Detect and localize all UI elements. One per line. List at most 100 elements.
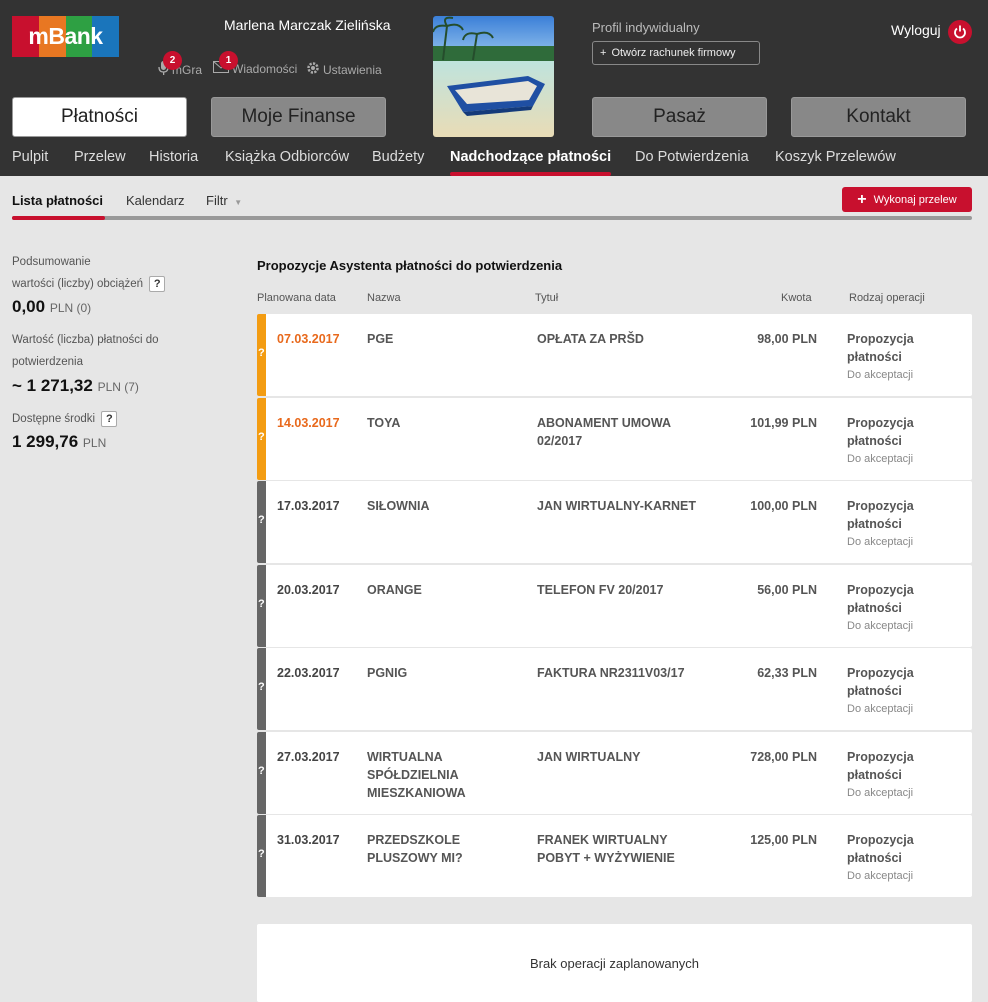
subnav-do-potwierdzenia[interactable]: Do Potwierdzenia <box>635 149 749 165</box>
nav-moje-finanse-button[interactable]: Moje Finanse <box>211 97 386 137</box>
row-date: 17.03.2017 <box>277 499 340 513</box>
row-amount: 125,00 PLN <box>750 833 817 847</box>
row-operation-type: Propozycja płatności <box>847 414 914 450</box>
summary-label: Wartość (liczba) płatności do <box>12 334 159 346</box>
row-name: ORANGE <box>367 583 422 597</box>
column-header-date: Planowana data <box>257 292 336 304</box>
operation-type-line: Propozycja <box>847 833 914 847</box>
row-marker: ? <box>258 681 265 693</box>
operation-type-line: płatności <box>847 851 902 865</box>
table-row[interactable]: ? 17.03.2017 SIŁOWNIA JAN WIRTUALNY-KARNET 1… <box>257 481 972 563</box>
summary-value: 1 299,76 PLN <box>12 432 106 452</box>
summary-amount: 0,00 <box>12 297 46 316</box>
row-marker: ? <box>258 431 265 443</box>
column-header-amount: Kwota <box>781 292 812 304</box>
tab-lista-platnosci[interactable]: Lista płatności <box>12 193 103 208</box>
row-status-stripe: ? <box>257 565 266 647</box>
row-operation-type: Propozycja płatności <box>847 748 914 784</box>
profile-type-label: Profil indywidualny <box>592 20 700 35</box>
filter-label: Filtr <box>206 193 228 208</box>
subnav-budzety[interactable]: Budżety <box>372 149 424 165</box>
summary-label: wartości (liczby) obciążeń ? <box>12 273 166 295</box>
operation-type-line: Propozycja <box>847 332 914 346</box>
active-tab-indicator <box>12 216 105 220</box>
summary-unit: PLN <box>82 436 107 450</box>
summary-amount: ~ 1 271,32 <box>12 376 93 395</box>
open-business-account-button[interactable]: + Otwórz rachunek firmowy <box>592 41 760 65</box>
logout-link[interactable]: Wyloguj <box>891 22 941 38</box>
row-name: SIŁOWNIA <box>367 499 430 513</box>
tab-kalendarz[interactable]: Kalendarz <box>126 193 185 208</box>
row-marker: ? <box>258 514 265 526</box>
summary-label-text: wartości (liczby) obciążeń <box>12 278 144 290</box>
row-marker: ? <box>258 848 265 860</box>
execute-transfer-button[interactable]: + Wykonaj przelew <box>842 187 972 212</box>
row-title: ABONAMENT UMOWA 02/2017 <box>537 416 671 448</box>
row-status-stripe: ? <box>257 732 266 814</box>
subnav-historia[interactable]: Historia <box>149 149 198 165</box>
mbank-logo[interactable]: mBank <box>12 16 119 57</box>
quick-link-label: Ustawienia <box>323 62 382 77</box>
row-status: Do akceptacji <box>847 703 914 715</box>
summary-value: 0,00 PLN (0) <box>12 297 91 317</box>
row-status-stripe: ? <box>257 314 266 396</box>
row-amount: 62,33 PLN <box>757 666 817 680</box>
profile-photo[interactable] <box>433 16 554 137</box>
operation-type-line: Propozycja <box>847 750 914 764</box>
table-row[interactable]: ? 31.03.2017 PRZEDSZKOLE PLUSZOWY MI? FRANE… <box>257 815 972 897</box>
active-subnav-indicator <box>450 172 611 176</box>
power-icon[interactable] <box>948 20 972 44</box>
row-status-stripe: ? <box>257 398 266 480</box>
operation-type-line: płatności <box>847 601 902 615</box>
operation-type-line: płatności <box>847 684 902 698</box>
row-name: PGNIG <box>367 666 408 680</box>
summary-unit: PLN (0) <box>49 301 92 315</box>
tabs-divider <box>12 216 972 220</box>
table-row[interactable]: ? 14.03.2017 TOYA ABONAMENT UMOWA 02/2017 10… <box>257 398 972 480</box>
row-name: TOYA <box>367 416 401 430</box>
summary-unit: PLN (7) <box>97 380 139 394</box>
table-row[interactable]: ? 07.03.2017 PGE OPŁATA ZA PRŠD 98,00 PLN Do … <box>257 314 972 396</box>
row-status: Do akceptacji <box>847 453 914 465</box>
help-icon[interactable]: ? <box>149 275 166 292</box>
table-row[interactable]: ? 20.03.2017 ORANGE TELEFON FV 20/2017 56,00… <box>257 565 972 647</box>
operation-type-line: płatności <box>847 768 902 782</box>
help-icon[interactable]: ? <box>101 410 118 427</box>
row-status: Do akceptacji <box>847 620 914 632</box>
notification-badge: 2 <box>163 51 182 70</box>
gear-icon <box>306 61 320 78</box>
quick-link-mgra[interactable]: mGra 2 <box>158 51 202 78</box>
row-status: Do akceptacji <box>847 870 914 882</box>
empty-scheduled-message: Brak operacji zaplanowanych <box>257 924 972 1002</box>
nav-platnosci-button[interactable]: Płatności <box>12 97 187 137</box>
operation-type-line: Propozycja <box>847 583 914 597</box>
row-status: Do akceptacji <box>847 787 914 799</box>
row-title: TELEFON FV 20/2017 <box>537 583 664 597</box>
operation-type-line: Propozycja <box>847 416 914 430</box>
row-status-stripe: ? <box>257 481 266 563</box>
operation-type-line: płatności <box>847 434 902 448</box>
nav-kontakt-button[interactable]: Kontakt <box>791 97 966 137</box>
subnav-przelew[interactable]: Przelew <box>74 149 126 165</box>
table-row[interactable]: ? 27.03.2017 WIRTUALNA SPÓŁDZIELNIA MIESZK… <box>257 732 972 814</box>
row-name: PRZEDSZKOLE PLUSZOWY MI? <box>367 833 463 865</box>
row-name: PGE <box>367 332 394 346</box>
subnav-pulpit[interactable]: Pulpit <box>12 149 48 165</box>
table-row[interactable]: ? 22.03.2017 PGNIG FAKTURA NR2311V03/17 62,3… <box>257 648 972 730</box>
nav-pasaz-button[interactable]: Pasaż <box>592 97 767 137</box>
summary-value: ~ 1 271,32 PLN (7) <box>12 376 139 396</box>
row-amount: 728,00 PLN <box>750 750 817 764</box>
operation-type-line: płatności <box>847 517 902 531</box>
row-marker: ? <box>258 598 265 610</box>
row-date: 31.03.2017 <box>277 833 340 847</box>
subnav-koszyk-przelewow[interactable]: Koszyk Przelewów <box>775 149 896 165</box>
quick-link-label: Wiadomości <box>232 61 298 76</box>
subnav-ksiazka-odbiorcow[interactable]: Książka Odbiorców <box>225 149 349 165</box>
quick-link-messages[interactable]: Wiadomości 1 <box>213 51 298 76</box>
plus-icon: + <box>600 47 607 59</box>
quick-link-settings[interactable]: Ustawienia <box>306 61 382 78</box>
tab-filtr[interactable]: Filtr ▼ <box>206 193 242 208</box>
row-status-stripe: ? <box>257 648 266 730</box>
empty-message-text: Brak operacji zaplanowanych <box>529 955 700 971</box>
subnav-nadchodzace-platnosci[interactable]: Nadchodzące płatności <box>450 149 611 165</box>
